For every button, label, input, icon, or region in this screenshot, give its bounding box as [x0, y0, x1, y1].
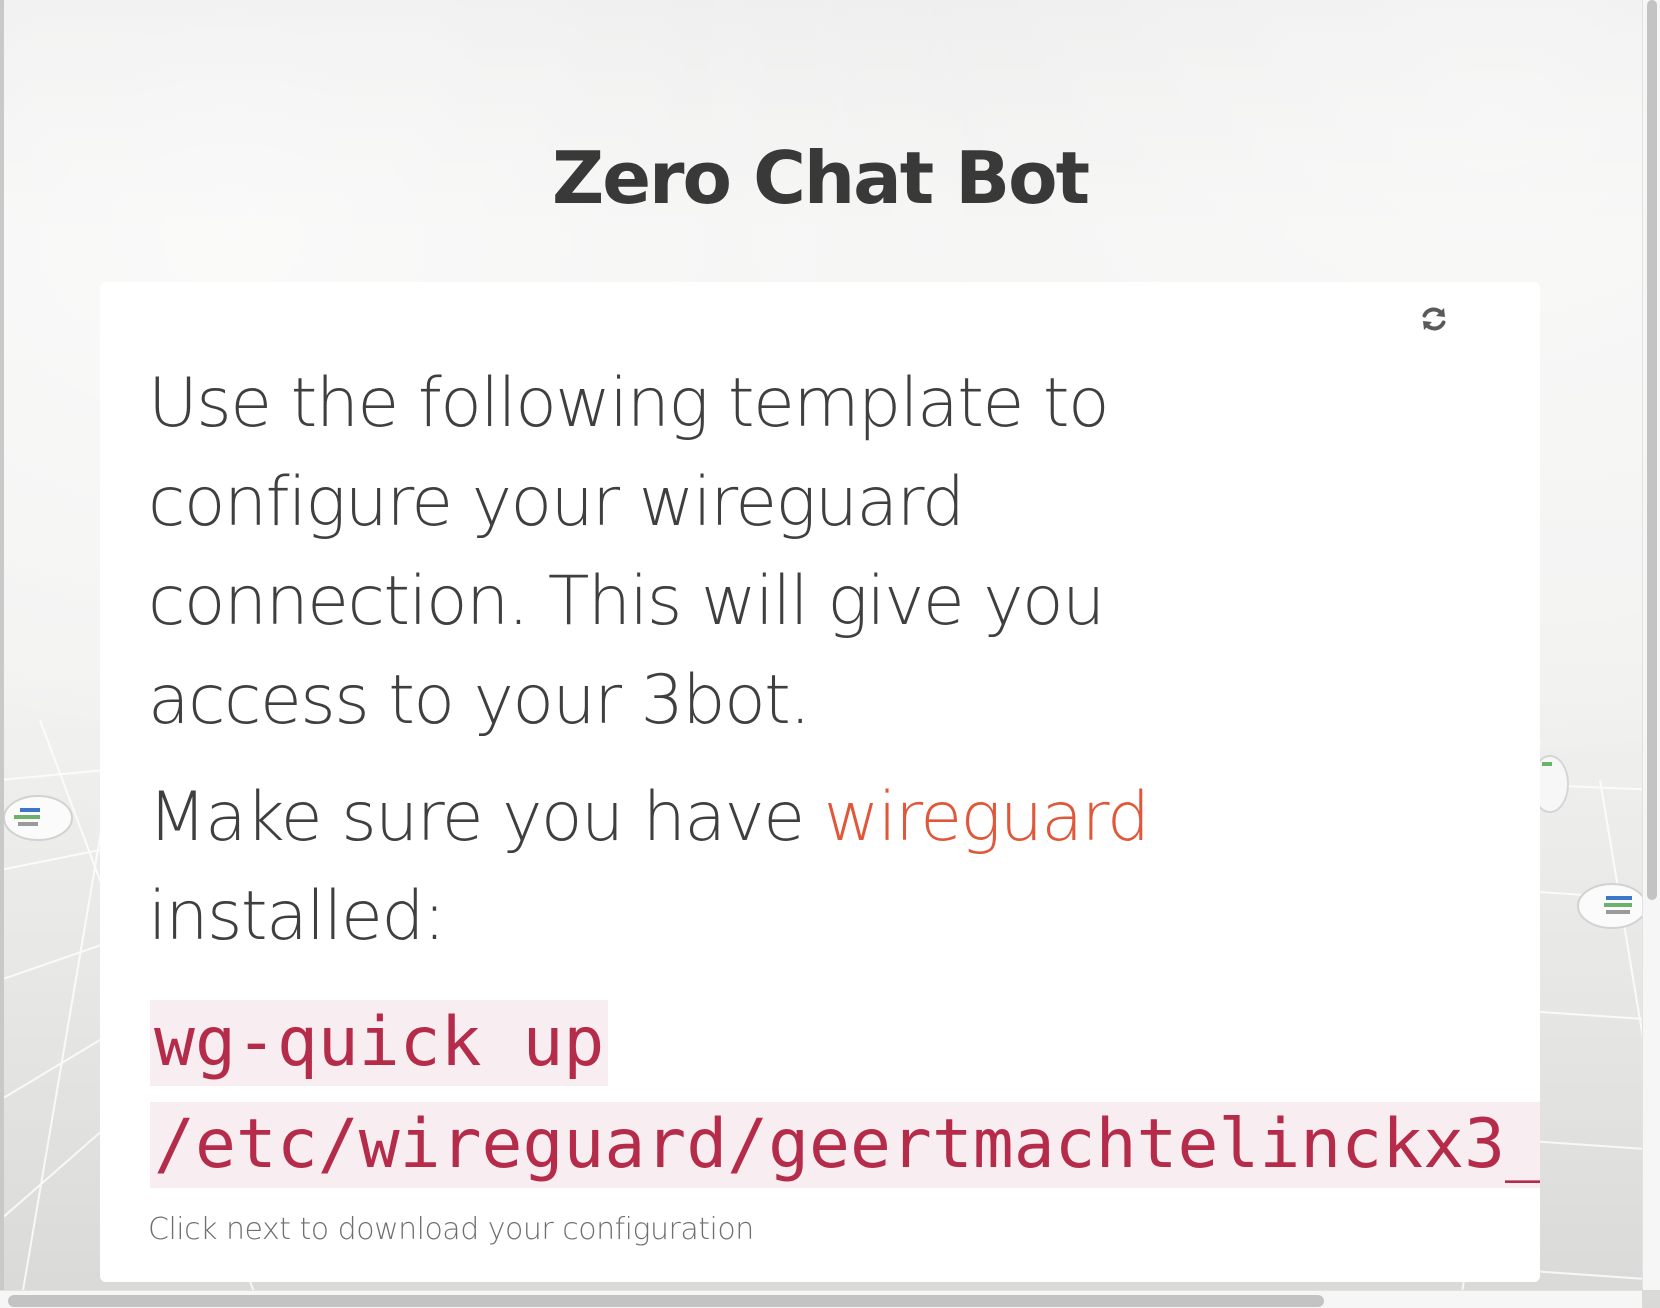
refresh-icon[interactable]	[1417, 302, 1451, 336]
node-icon-left	[3, 795, 73, 841]
download-hint: Click next to download your configuratio…	[148, 1212, 754, 1247]
vertical-scrollbar[interactable]	[1642, 0, 1660, 1290]
chat-card: Use the following template to configure …	[100, 282, 1540, 1282]
command-line-1: wg-quick up	[150, 1000, 609, 1086]
page-viewport: Zero Chat Bot Use the following template…	[0, 0, 1660, 1308]
horizontal-scrollbar-thumb[interactable]	[8, 1295, 1324, 1307]
instruction-paragraph: Use the following template to configure …	[148, 364, 1110, 740]
horizontal-scrollbar[interactable]	[0, 1290, 1642, 1308]
page-title: Zero Chat Bot	[551, 136, 1090, 221]
node-icon-right	[1577, 883, 1647, 929]
vertical-scrollbar-thumb[interactable]	[1647, 0, 1657, 900]
wireguard-link[interactable]: wireguard	[824, 778, 1150, 857]
install-note-suffix: installed:	[148, 877, 446, 956]
command-line-2: /etc/wireguard/geertmachtelinckx3_45	[150, 1102, 1540, 1188]
install-note-prefix: Make sure you have	[148, 778, 824, 857]
install-note: Make sure you have wireguard installed:	[148, 768, 1188, 966]
